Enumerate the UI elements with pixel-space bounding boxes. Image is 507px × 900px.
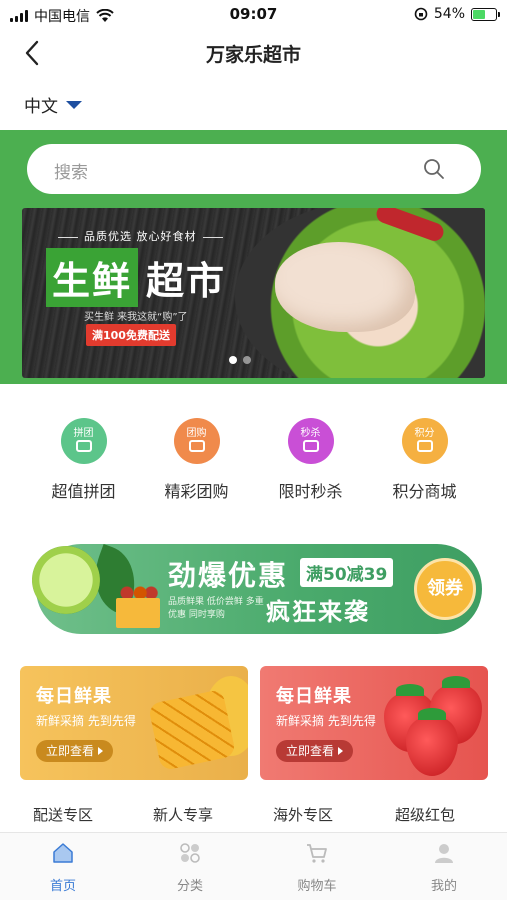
header-section: 搜索 品质优选 放心好食材 生鲜 超市 买生鲜 来我这就“购”了 满100免费配… (0, 130, 507, 384)
search-icon[interactable] (423, 158, 445, 180)
link-delivery[interactable]: 配送专区 (0, 804, 126, 825)
pepper-image (374, 208, 446, 244)
nav-bar: 万家乐超市 (0, 28, 507, 78)
feature-group-buy[interactable]: 拼团 超值拼团 (27, 418, 140, 502)
tab-label: 分类 (176, 879, 203, 894)
tab-label: 购物车 (297, 879, 337, 894)
lime-image (22, 536, 110, 624)
carousel-dots[interactable] (229, 356, 251, 364)
search-placeholder: 搜索 (54, 163, 88, 183)
banner-title-a: 生鲜 (46, 248, 139, 307)
box-image (116, 598, 160, 628)
tab-category[interactable]: 分类 (127, 841, 253, 894)
caret-down-icon (66, 101, 82, 109)
card-subtitle: 新鲜采摘 先到先得 (276, 714, 376, 728)
mango-cut-image (147, 688, 237, 772)
promo-small-text: 品质鲜果 低价尝鲜 多重优惠 同时享购 (168, 597, 264, 620)
category-icon (180, 843, 200, 863)
feature-label: 精彩团购 (164, 482, 229, 501)
feature-label: 超值拼团 (51, 482, 116, 501)
coupon-button[interactable]: 领券 (414, 558, 476, 620)
view-now-label: 立即查看 (286, 744, 335, 758)
tab-cart[interactable]: 购物车 (254, 841, 380, 894)
promo-tag: 满50减39 (300, 558, 394, 587)
status-bar: 中国电信 09:07 54% (0, 0, 507, 28)
card-title: 每日鲜果 (36, 686, 112, 707)
search-input[interactable]: 搜索 (27, 144, 481, 194)
carousel-dot[interactable] (243, 356, 251, 364)
tab-home[interactable]: 首页 (0, 841, 126, 894)
feature-label: 积分商城 (392, 482, 457, 501)
orientation-lock-icon (414, 7, 428, 21)
banner-tagline: 品质优选 放心好食材 (52, 228, 229, 244)
status-right: 54% (414, 6, 500, 22)
points-mall-icon: 积分 (401, 418, 448, 464)
promo-banner[interactable]: 劲爆优惠 满50减39 品质鲜果 低价尝鲜 多重优惠 同时享购 疯狂来袭 领券 (22, 536, 482, 634)
poultry-image (275, 242, 415, 332)
language-label: 中文 (24, 96, 58, 117)
page-title: 万家乐超市 (205, 44, 301, 66)
fruit-card-mango[interactable]: 每日鲜果 新鲜采摘 先到先得 立即查看 (20, 666, 248, 780)
view-now-label: 立即查看 (46, 744, 95, 758)
feature-flash-sale[interactable]: 秒杀 限时秒杀 (254, 418, 367, 502)
quick-links: 配送专区 新人专享 海外专区 超级红包 (0, 800, 507, 830)
team-buy-icon: 团购 (173, 418, 220, 464)
promo-title: 劲爆优惠 (168, 559, 289, 592)
feature-label: 限时秒杀 (278, 482, 343, 501)
banner-subtitle: 买生鲜 来我这就“购”了 (84, 312, 188, 323)
language-selector[interactable]: 中文 (24, 90, 82, 118)
battery-percent: 54% (433, 6, 465, 22)
card-subtitle: 新鲜采摘 先到先得 (36, 714, 136, 728)
user-icon (435, 844, 453, 863)
battery-icon (471, 7, 500, 21)
view-now-button[interactable]: 立即查看 (276, 740, 354, 762)
banner-photo (235, 208, 485, 378)
play-arrow-icon (338, 747, 344, 755)
link-red-packet[interactable]: 超级红包 (362, 804, 488, 825)
fruit-card-strawberry[interactable]: 每日鲜果 新鲜采摘 先到先得 立即查看 (260, 666, 488, 780)
link-newcomer[interactable]: 新人专享 (120, 804, 246, 825)
feature-grid: 拼团 超值拼团 团购 精彩团购 秒杀 限时秒杀 积分 积分商城 (0, 418, 507, 508)
banner-badge: 满100免费配送 (86, 324, 176, 346)
strawberry-image (406, 708, 458, 776)
flash-sale-icon: 秒杀 (287, 418, 334, 464)
tab-label: 我的 (430, 879, 457, 894)
promo-subtitle: 疯狂来袭 (266, 598, 370, 626)
tab-label: 首页 (49, 879, 76, 894)
group-buy-icon: 拼团 (60, 418, 107, 464)
tab-bar: 首页 分类 购物车 我的 (0, 832, 507, 900)
banner-title: 生鲜 超市 (46, 248, 234, 307)
link-overseas[interactable]: 海外专区 (240, 804, 366, 825)
tab-profile[interactable]: 我的 (381, 841, 507, 894)
cart-icon (307, 844, 327, 863)
carousel-dot[interactable] (229, 356, 237, 364)
play-arrow-icon (98, 747, 104, 755)
view-now-button[interactable]: 立即查看 (36, 740, 114, 762)
banner-title-b: 超市 (146, 259, 227, 303)
home-icon (53, 843, 73, 863)
feature-team-buy[interactable]: 团购 精彩团购 (140, 418, 253, 502)
card-title: 每日鲜果 (276, 686, 352, 707)
feature-points-mall[interactable]: 积分 积分商城 (368, 418, 481, 502)
hero-banner[interactable]: 品质优选 放心好食材 生鲜 超市 买生鲜 来我这就“购”了 满100免费配送 (22, 208, 485, 378)
